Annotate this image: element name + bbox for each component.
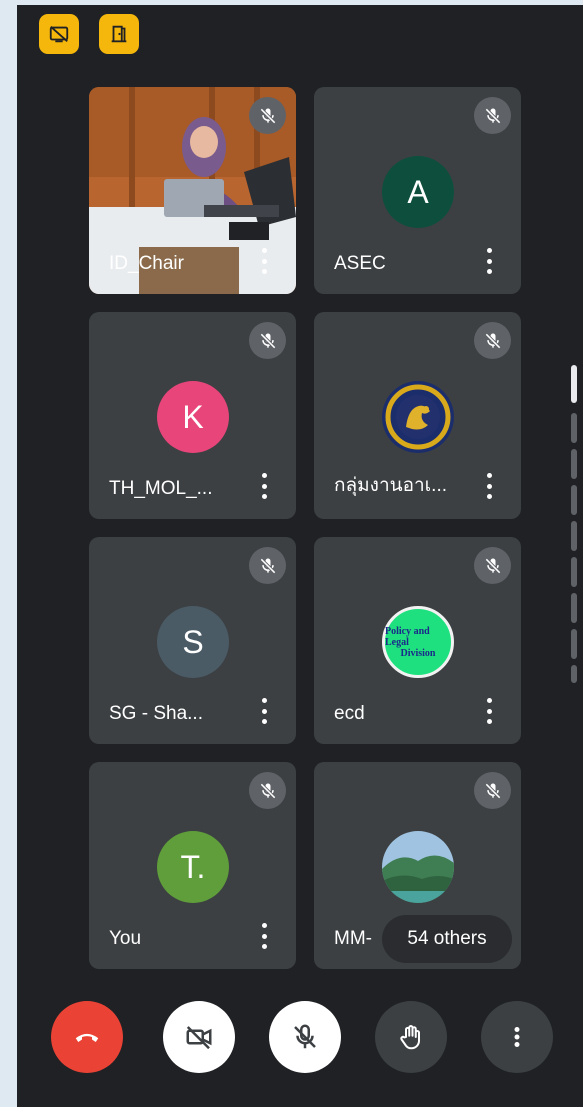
mic-muted-icon xyxy=(474,322,511,359)
more-vert-icon xyxy=(514,1027,520,1047)
camera-toggle-button[interactable] xyxy=(163,1001,235,1073)
participant-tile[interactable]: T. You xyxy=(89,762,296,969)
participant-tile[interactable]: Policy and Legal Division ecd xyxy=(314,537,521,744)
participant-name: ecd xyxy=(334,703,365,724)
participant-tile[interactable]: ID_Chair xyxy=(89,87,296,294)
participant-name: ASEC xyxy=(334,253,386,274)
raise-hand-button[interactable] xyxy=(375,1001,447,1073)
mic-muted-icon xyxy=(249,97,286,134)
more-options-icon[interactable] xyxy=(254,698,274,724)
mic-muted-icon xyxy=(249,322,286,359)
mic-muted-icon xyxy=(474,97,511,134)
avatar: T. xyxy=(157,831,229,903)
scrollbar-thumb[interactable] xyxy=(571,365,577,403)
participant-name: MM- xyxy=(334,928,372,949)
scrollbar[interactable] xyxy=(571,365,577,685)
participant-name: ID_Chair xyxy=(109,253,184,274)
landscape-avatar xyxy=(382,831,454,903)
mic-muted-icon xyxy=(474,547,511,584)
mic-muted-icon xyxy=(474,772,511,809)
hand-icon xyxy=(400,1025,420,1050)
camera-off-icon xyxy=(186,1026,212,1050)
avatar: K xyxy=(157,381,229,453)
participant-tile[interactable]: A ASEC xyxy=(314,87,521,294)
more-options-icon[interactable] xyxy=(479,698,499,724)
more-options-icon[interactable] xyxy=(254,473,274,499)
participant-name: You xyxy=(109,928,142,949)
mic-off-icon xyxy=(294,1024,316,1049)
mic-muted-icon xyxy=(249,772,286,809)
participant-name: กลุ่มงานอาเ... xyxy=(334,475,448,496)
more-options-button[interactable] xyxy=(481,1001,553,1073)
end-call-button[interactable] xyxy=(51,1001,123,1073)
participant-name: SG - Sha... xyxy=(109,703,203,724)
top-bar xyxy=(17,5,583,75)
phone-hangup-icon xyxy=(75,1033,99,1042)
avatar: S xyxy=(157,606,229,678)
more-options-icon[interactable] xyxy=(479,248,499,274)
mic-toggle-button[interactable] xyxy=(269,1001,341,1073)
more-options-icon[interactable] xyxy=(254,923,274,949)
participant-name: TH_MOL_... xyxy=(109,478,213,499)
participant-tile[interactable]: K TH_MOL_... xyxy=(89,312,296,519)
mic-muted-icon xyxy=(249,547,286,584)
screen-share-off-icon[interactable] xyxy=(39,14,79,54)
meeting-screen: ID_Chair A ASEC K TH_MOL_... กลุ่มงานอาเ… xyxy=(17,5,583,1107)
more-options-icon[interactable] xyxy=(479,473,499,499)
participant-tile[interactable]: S SG - Sha... xyxy=(89,537,296,744)
logo-avatar: Policy and Legal Division xyxy=(382,606,454,678)
participant-tile[interactable]: กลุ่มงานอาเ... xyxy=(314,312,521,519)
door-icon[interactable] xyxy=(99,14,139,54)
emblem-avatar xyxy=(382,381,454,453)
more-options-icon[interactable] xyxy=(254,248,274,274)
avatar: A xyxy=(382,156,454,228)
others-count-button[interactable]: 54 others xyxy=(382,915,512,963)
call-controls xyxy=(17,1001,583,1081)
